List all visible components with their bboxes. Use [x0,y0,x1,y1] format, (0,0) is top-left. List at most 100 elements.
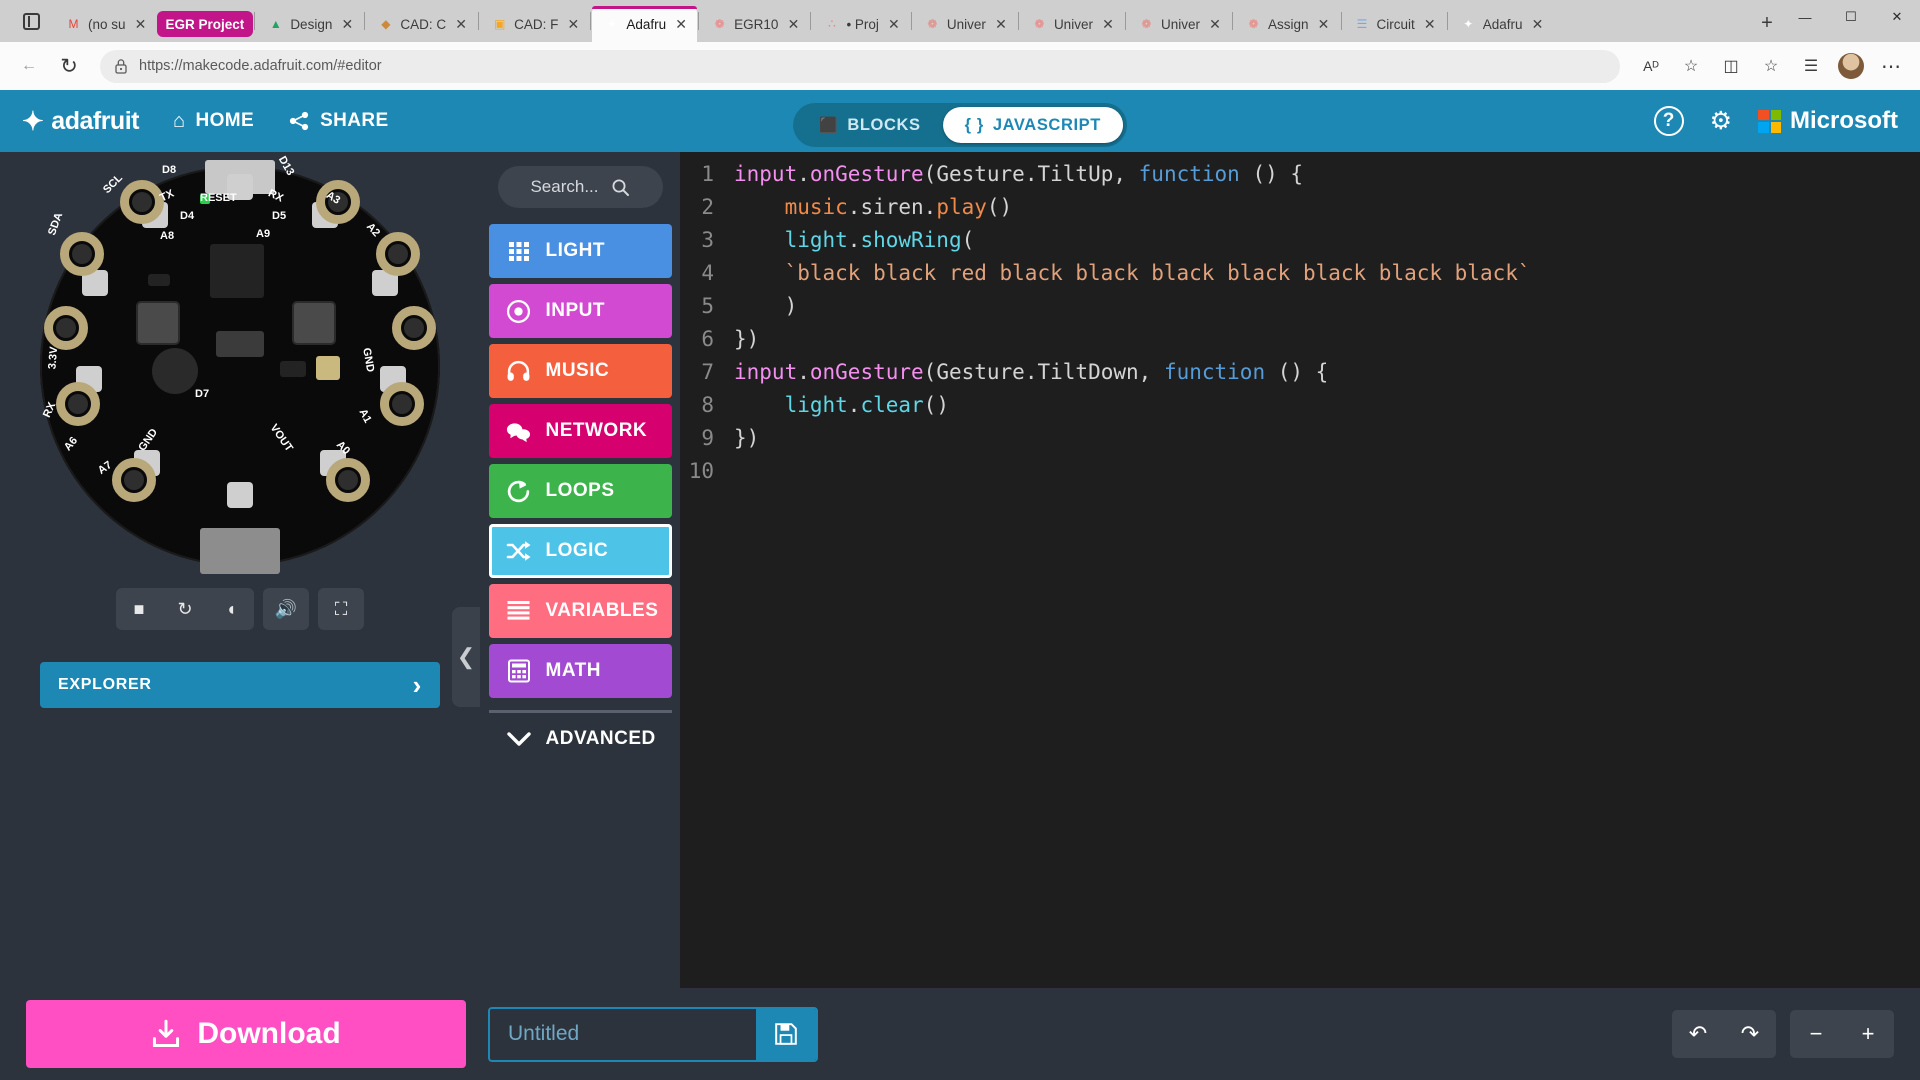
save-button[interactable] [756,1009,816,1060]
toolbox-advanced-toggle[interactable]: ADVANCED [489,710,672,764]
tab-close-button[interactable]: ✕ [992,15,1010,33]
undo-button[interactable]: ↶ [1672,1010,1724,1058]
pad-a5[interactable] [326,458,370,502]
tab-blocks[interactable]: ⬛ BLOCKS [797,107,943,143]
mute-button[interactable]: 🔊 [263,588,309,630]
reload-button[interactable]: ↻ [52,49,86,83]
pad-a7[interactable] [56,382,100,426]
browser-tab-5[interactable]: ✦Adafru✕ [592,6,697,42]
code-lines[interactable]: 1input.onGesture(Gesture.TiltUp, functio… [680,152,1920,988]
gear-icon[interactable]: ⚙ [1710,106,1732,136]
code-line[interactable]: 6}) [680,323,1920,356]
download-button[interactable]: Download [26,1000,466,1068]
toolbox-category-network[interactable]: NETWORK [489,404,672,458]
browser-tab-9[interactable]: ❁Univer✕ [1020,6,1124,42]
toolbox-category-logic[interactable]: LOGIC [489,524,672,578]
browser-tab-0[interactable]: M(no su✕ [54,6,157,42]
tab-close-button[interactable]: ✕ [672,15,690,33]
tab-close-button[interactable]: ✕ [338,15,356,33]
browser-tab-4[interactable]: ▣CAD: F✕ [480,6,589,42]
button-b[interactable] [292,301,336,345]
tab-close-button[interactable]: ✕ [564,15,582,33]
browser-tab-2[interactable]: ▲Design✕ [256,6,363,42]
tab-close-button[interactable]: ✕ [784,15,802,33]
add-favorite-button[interactable]: ☆ [1674,49,1708,83]
pad-gnd-left[interactable] [44,306,88,350]
help-icon[interactable]: ? [1654,106,1684,136]
toolbox-category-input[interactable]: INPUT [489,284,672,338]
code-line[interactable]: 2 music.siren.play() [680,191,1920,224]
tab-close-button[interactable]: ✕ [1099,15,1117,33]
browser-tab-13[interactable]: ✦Adafru✕ [1449,6,1554,42]
code-line[interactable]: 10 [680,455,1920,488]
browser-tab-11[interactable]: ❁Assign✕ [1234,6,1340,42]
address-bar[interactable]: https://makecode.adafruit.com/#editor [100,50,1620,83]
adafruit-logo[interactable]: ✦ adafruit [22,106,139,137]
restart-button[interactable]: ↻ [162,588,208,630]
split-screen-button[interactable]: ◫ [1714,49,1748,83]
toolbox-category-music[interactable]: MUSIC [489,344,672,398]
code-line[interactable]: 9}) [680,422,1920,455]
nav-share[interactable]: SHARE [288,110,389,132]
project-name-input[interactable]: Untitled [490,1022,756,1046]
code-editor[interactable]: 1input.onGesture(Gesture.TiltUp, functio… [680,152,1920,988]
pad-scl[interactable] [120,180,164,224]
tab-overview-icon[interactable] [23,13,40,30]
toolbox-category-math[interactable]: MATH [489,644,672,698]
code-line[interactable]: 4 `black black red black black black bla… [680,257,1920,290]
tab-javascript[interactable]: { } JAVASCRIPT [943,107,1123,143]
slide-switch[interactable] [216,331,264,357]
toolbox-category-variables[interactable]: VARIABLES [489,584,672,638]
tab-close-button[interactable]: ✕ [1529,15,1547,33]
button-a[interactable] [136,301,180,345]
browser-tab-10[interactable]: ❁Univer✕ [1127,6,1231,42]
maximize-button[interactable]: ☐ [1828,0,1874,34]
circuit-playground-board[interactable]: D4 D5 TX RX RESET D8 D13 A8 A9 D7 GND VO… [40,166,440,566]
settings-and-more-button[interactable]: ⋯ [1874,49,1908,83]
pad-a3[interactable] [392,306,436,350]
zoom-in-button[interactable]: + [1842,1010,1894,1058]
stop-button[interactable]: ■ [116,588,162,630]
nav-home[interactable]: ⌂ HOME [173,110,254,133]
close-window-button[interactable]: ✕ [1874,0,1920,34]
browser-tab-3[interactable]: ◆CAD: C✕ [366,6,477,42]
tab-close-button[interactable]: ✕ [1421,15,1439,33]
pad-a4[interactable] [380,382,424,426]
browser-tab-8[interactable]: ❁Univer✕ [913,6,1017,42]
tab-close-button[interactable]: ✕ [885,15,903,33]
tab-actions-menu[interactable] [8,0,54,42]
browser-tab-1[interactable]: EGR Project [157,11,254,37]
slow-motion-button[interactable]: ◖ [208,588,254,630]
collapse-toolbox-button[interactable]: ❮ [452,607,480,707]
minimize-button[interactable]: — [1782,0,1828,34]
tab-close-button[interactable]: ✕ [452,15,470,33]
project-name-field[interactable]: Untitled [488,1007,818,1062]
code-line[interactable]: 3 light.showRing( [680,224,1920,257]
code-line[interactable]: 1input.onGesture(Gesture.TiltUp, functio… [680,158,1920,191]
favorites-button[interactable]: ☆ [1754,49,1788,83]
microsoft-logo[interactable]: Microsoft [1758,107,1898,135]
fullscreen-button[interactable]: ⛶ [318,588,364,630]
code-line[interactable]: 7input.onGesture(Gesture.TiltDown, funct… [680,356,1920,389]
explorer-panel-toggle[interactable]: EXPLORER › [40,662,440,708]
pad-3v[interactable] [60,232,104,276]
code-line[interactable]: 8 light.clear() [680,389,1920,422]
browser-tab-6[interactable]: ❁EGR10✕ [700,6,809,42]
browser-tab-12[interactable]: ☰Circuit✕ [1343,6,1446,42]
toolbox-category-light[interactable]: LIGHT [489,224,672,278]
browser-tab-7[interactable]: ∴• Proj✕ [812,6,909,42]
code-line[interactable]: 5 ) [680,290,1920,323]
new-tab-button[interactable]: + [1752,8,1782,38]
toolbox-category-loops[interactable]: LOOPS [489,464,672,518]
zoom-out-button[interactable]: − [1790,1010,1842,1058]
back-button[interactable]: ← [12,49,46,83]
pad-a6[interactable] [112,458,156,502]
tab-close-button[interactable]: ✕ [1206,15,1224,33]
tab-close-button[interactable]: ✕ [132,15,150,33]
redo-button[interactable]: ↷ [1724,1010,1776,1058]
collections-button[interactable]: ☰ [1794,49,1828,83]
tab-close-button[interactable]: ✕ [1315,15,1333,33]
search-input[interactable]: Search... [498,166,663,208]
profile-avatar[interactable] [1834,49,1868,83]
pad-a2[interactable] [376,232,420,276]
